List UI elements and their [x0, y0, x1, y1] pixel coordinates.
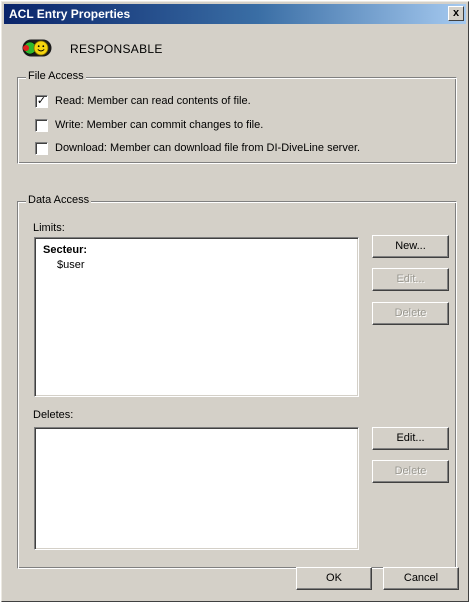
file-access-group: File Access ✓ Read: Member can read cont… — [17, 70, 457, 164]
traffic-light-smiley-icon — [22, 39, 52, 57]
deletes-label: Deletes: — [33, 409, 74, 421]
data-access-legend: Data Access — [26, 194, 92, 206]
cancel-button[interactable]: Cancel — [383, 567, 459, 590]
deletes-edit-button[interactable]: Edit... — [372, 427, 449, 450]
limits-new-button[interactable]: New... — [372, 235, 449, 258]
limits-edit-button[interactable]: Edit... — [372, 268, 449, 291]
write-permission-checkbox[interactable] — [35, 119, 48, 132]
file-access-legend: File Access — [26, 70, 86, 82]
role-name: RESPONSABLE — [70, 42, 163, 56]
title-bar[interactable]: ACL Entry Properties x — [4, 4, 466, 24]
limits-item-secteur[interactable]: Secteur: — [43, 244, 87, 256]
limits-list[interactable]: Secteur: $user — [34, 237, 359, 397]
write-permission-label: Write: Member can commit changes to file… — [55, 119, 264, 131]
acl-entry-properties-dialog: ACL Entry Properties x RESPONSABLE File … — [1, 1, 469, 602]
limits-label: Limits: — [33, 222, 65, 234]
deletes-list[interactable] — [34, 427, 359, 550]
deletes-delete-button[interactable]: Delete — [372, 460, 449, 483]
read-permission-label: Read: Member can read contents of file. — [55, 95, 251, 107]
ok-button[interactable]: OK — [296, 567, 372, 590]
limits-delete-button[interactable]: Delete — [372, 302, 449, 325]
window-title: ACL Entry Properties — [9, 7, 131, 21]
limits-item-user[interactable]: $user — [57, 259, 85, 271]
download-permission-checkbox[interactable] — [35, 142, 48, 155]
download-permission-label: Download: Member can download file from … — [55, 142, 361, 154]
data-access-group: Data Access Limits: Secteur: $user New..… — [17, 194, 457, 569]
close-button[interactable]: x — [448, 6, 464, 21]
read-permission-checkbox[interactable]: ✓ — [35, 95, 48, 108]
